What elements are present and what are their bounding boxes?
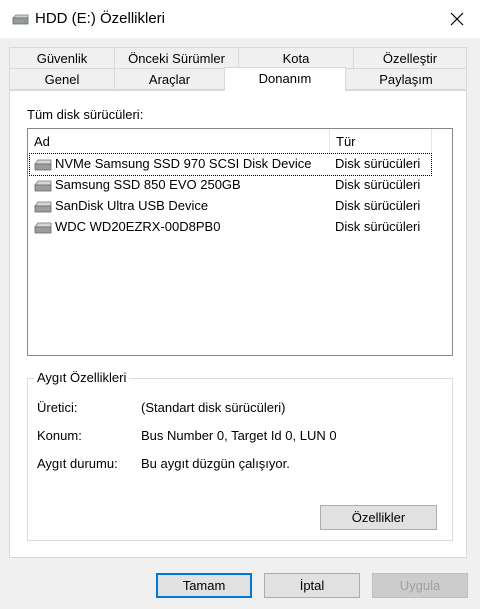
drive-icon <box>34 159 52 171</box>
window-title: HDD (E:) Özellikleri <box>35 10 166 27</box>
ok-button[interactable]: Tamam <box>156 573 252 598</box>
device-type: Disk sürücüleri <box>335 177 421 192</box>
cancel-button[interactable]: İptal <box>264 573 360 598</box>
list-item[interactable]: NVMe Samsung SSD 970 SCSI Disk Device Di… <box>29 153 432 176</box>
device-type: Disk sürücüleri <box>335 219 421 234</box>
properties-button[interactable]: Özellikler <box>320 505 437 530</box>
device-name: Samsung SSD 850 EVO 250GB <box>55 177 241 192</box>
device-properties-group: Aygıt Özellikleri Üretici: (Standart dis… <box>27 370 453 541</box>
device-type: Disk sürücüleri <box>335 198 421 213</box>
close-icon <box>450 12 464 26</box>
list-header: Ad Tür <box>28 129 452 154</box>
tab-kota[interactable]: Kota <box>238 47 354 69</box>
drive-icon <box>12 14 29 25</box>
tab-genel[interactable]: Genel <box>9 68 115 90</box>
device-type: Disk sürücüleri <box>335 156 421 171</box>
tab-araclar[interactable]: Araçlar <box>114 68 225 90</box>
location-label: Konum: <box>37 428 82 443</box>
list-item[interactable]: Samsung SSD 850 EVO 250GB Disk sürücüler… <box>30 175 431 196</box>
column-separator[interactable] <box>431 129 432 153</box>
status-value: Bu aygıt düzgün çalışıyor. <box>141 456 290 471</box>
column-header-type[interactable]: Tür <box>330 129 356 154</box>
manufacturer-label: Üretici: <box>37 400 78 415</box>
tab-guvenlik[interactable]: Güvenlik <box>9 47 115 69</box>
tab-ozellestir[interactable]: Özelleştir <box>353 47 467 69</box>
apply-button[interactable]: Uygula <box>372 573 468 598</box>
list-item[interactable]: WDC WD20EZRX-00D8PB0 Disk sürücüleri <box>30 217 431 238</box>
close-button[interactable] <box>434 0 480 38</box>
tab-donanim[interactable]: Donanım <box>224 67 346 91</box>
group-title: Aygıt Özellikleri <box>34 370 130 385</box>
device-name: WDC WD20EZRX-00D8PB0 <box>55 219 221 234</box>
manufacturer-value: (Standart disk sürücüleri) <box>141 400 286 415</box>
all-drives-label: Tüm disk sürücüleri: <box>27 107 144 122</box>
title-bar: HDD (E:) Özellikleri <box>0 0 480 38</box>
device-name: NVMe Samsung SSD 970 SCSI Disk Device <box>55 156 312 171</box>
device-name: SanDisk Ultra USB Device <box>55 198 209 213</box>
drives-list[interactable]: Ad Tür NVMe Samsung SSD 970 SCSI Disk De… <box>27 128 453 356</box>
drive-icon <box>34 201 52 213</box>
status-label: Aygıt durumu: <box>37 456 118 471</box>
column-header-name[interactable]: Ad <box>28 129 50 154</box>
list-item[interactable]: SanDisk Ultra USB Device Disk sürücüleri <box>30 196 431 217</box>
location-value: Bus Number 0, Target Id 0, LUN 0 <box>141 428 337 443</box>
drive-icon <box>34 222 52 234</box>
tab-paylasim[interactable]: Paylaşım <box>345 68 467 90</box>
tab-onceki-surumler[interactable]: Önceki Sürümler <box>114 47 239 69</box>
drive-icon <box>34 180 52 192</box>
